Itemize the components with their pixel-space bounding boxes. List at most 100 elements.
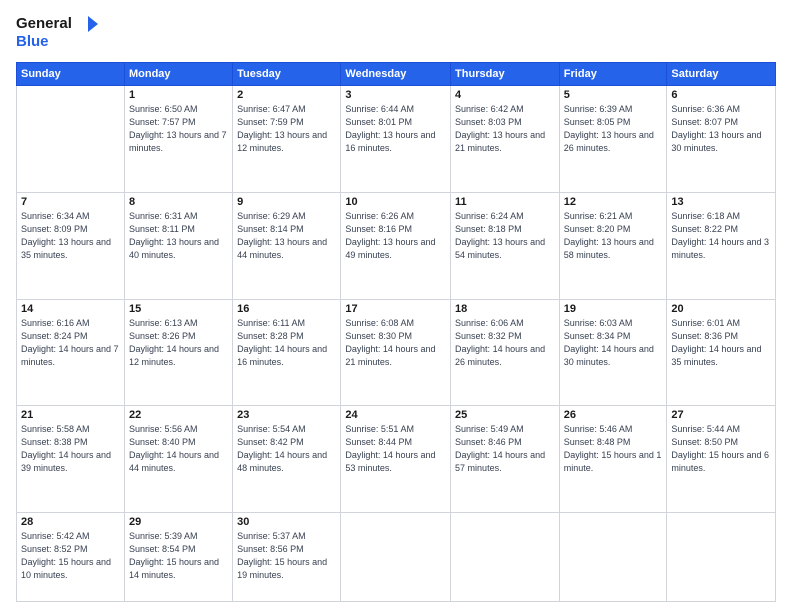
- day-info: Sunrise: 5:46 AMSunset: 8:48 PMDaylight:…: [564, 423, 663, 475]
- day-info: Sunrise: 6:06 AMSunset: 8:32 PMDaylight:…: [455, 317, 555, 369]
- day-number: 29: [129, 516, 228, 528]
- day-info: Sunrise: 6:26 AMSunset: 8:16 PMDaylight:…: [345, 210, 446, 262]
- calendar-cell: 1 Sunrise: 6:50 AMSunset: 7:57 PMDaylight…: [124, 86, 232, 193]
- calendar-cell: [17, 86, 125, 193]
- day-info: Sunrise: 6:16 AMSunset: 8:24 PMDaylight:…: [21, 317, 120, 369]
- day-number: 10: [345, 196, 446, 208]
- calendar-cell: 13 Sunrise: 6:18 AMSunset: 8:22 PMDayligh…: [667, 192, 776, 299]
- day-number: 14: [21, 303, 120, 315]
- day-info: Sunrise: 6:21 AMSunset: 8:20 PMDaylight:…: [564, 210, 663, 262]
- calendar-cell: 9 Sunrise: 6:29 AMSunset: 8:14 PMDaylight…: [233, 192, 341, 299]
- day-info: Sunrise: 6:31 AMSunset: 8:11 PMDaylight:…: [129, 210, 228, 262]
- day-number: 11: [455, 196, 555, 208]
- calendar-cell: 19 Sunrise: 6:03 AMSunset: 8:34 PMDayligh…: [559, 299, 667, 406]
- calendar-cell: 26 Sunrise: 5:46 AMSunset: 8:48 PMDayligh…: [559, 406, 667, 513]
- day-number: 27: [671, 409, 771, 421]
- header: General Blue: [16, 10, 776, 54]
- day-info: Sunrise: 6:24 AMSunset: 8:18 PMDaylight:…: [455, 210, 555, 262]
- day-number: 22: [129, 409, 228, 421]
- calendar-week-row: 14 Sunrise: 6:16 AMSunset: 8:24 PMDayligh…: [17, 299, 776, 406]
- day-number: 8: [129, 196, 228, 208]
- calendar-cell: 30 Sunrise: 5:37 AMSunset: 8:56 PMDayligh…: [233, 513, 341, 602]
- day-number: 25: [455, 409, 555, 421]
- day-number: 15: [129, 303, 228, 315]
- day-info: Sunrise: 6:13 AMSunset: 8:26 PMDaylight:…: [129, 317, 228, 369]
- calendar-table: SundayMondayTuesdayWednesdayThursdayFrid…: [16, 62, 776, 602]
- day-info: Sunrise: 5:37 AMSunset: 8:56 PMDaylight:…: [237, 530, 336, 582]
- calendar-cell: 3 Sunrise: 6:44 AMSunset: 8:01 PMDaylight…: [341, 86, 451, 193]
- calendar-cell: 21 Sunrise: 5:58 AMSunset: 8:38 PMDayligh…: [17, 406, 125, 513]
- weekday-header-thursday: Thursday: [451, 63, 560, 86]
- calendar-cell: 22 Sunrise: 5:56 AMSunset: 8:40 PMDayligh…: [124, 406, 232, 513]
- weekday-header-row: SundayMondayTuesdayWednesdayThursdayFrid…: [17, 63, 776, 86]
- day-number: 17: [345, 303, 446, 315]
- calendar-cell: [341, 513, 451, 602]
- calendar-page: General Blue SundayMondayTuesdayWednesda…: [0, 0, 792, 612]
- day-number: 9: [237, 196, 336, 208]
- calendar-cell: 16 Sunrise: 6:11 AMSunset: 8:28 PMDayligh…: [233, 299, 341, 406]
- calendar-cell: 14 Sunrise: 6:16 AMSunset: 8:24 PMDayligh…: [17, 299, 125, 406]
- day-info: Sunrise: 5:44 AMSunset: 8:50 PMDaylight:…: [671, 423, 771, 475]
- calendar-cell: 10 Sunrise: 6:26 AMSunset: 8:16 PMDayligh…: [341, 192, 451, 299]
- logo-svg: General Blue: [16, 10, 106, 54]
- day-number: 4: [455, 89, 555, 101]
- day-info: Sunrise: 6:44 AMSunset: 8:01 PMDaylight:…: [345, 103, 446, 155]
- day-info: Sunrise: 5:54 AMSunset: 8:42 PMDaylight:…: [237, 423, 336, 475]
- calendar-cell: 27 Sunrise: 5:44 AMSunset: 8:50 PMDayligh…: [667, 406, 776, 513]
- weekday-header-monday: Monday: [124, 63, 232, 86]
- calendar-week-row: 7 Sunrise: 6:34 AMSunset: 8:09 PMDaylight…: [17, 192, 776, 299]
- day-info: Sunrise: 5:51 AMSunset: 8:44 PMDaylight:…: [345, 423, 446, 475]
- calendar-cell: 8 Sunrise: 6:31 AMSunset: 8:11 PMDaylight…: [124, 192, 232, 299]
- svg-text:Blue: Blue: [16, 33, 49, 50]
- day-number: 18: [455, 303, 555, 315]
- day-info: Sunrise: 5:49 AMSunset: 8:46 PMDaylight:…: [455, 423, 555, 475]
- day-info: Sunrise: 6:11 AMSunset: 8:28 PMDaylight:…: [237, 317, 336, 369]
- day-number: 24: [345, 409, 446, 421]
- calendar-cell: 23Sunrise: 5:54 AMSunset: 8:42 PMDayligh…: [233, 406, 341, 513]
- weekday-header-friday: Friday: [559, 63, 667, 86]
- day-number: 1: [129, 89, 228, 101]
- day-number: 19: [564, 303, 663, 315]
- calendar-cell: 25 Sunrise: 5:49 AMSunset: 8:46 PMDayligh…: [451, 406, 560, 513]
- day-number: 7: [21, 196, 120, 208]
- day-number: 16: [237, 303, 336, 315]
- day-info: Sunrise: 6:34 AMSunset: 8:09 PMDaylight:…: [21, 210, 120, 262]
- day-number: 28: [21, 516, 120, 528]
- calendar-week-row: 21 Sunrise: 5:58 AMSunset: 8:38 PMDayligh…: [17, 406, 776, 513]
- calendar-cell: 4 Sunrise: 6:42 AMSunset: 8:03 PMDaylight…: [451, 86, 560, 193]
- day-number: 21: [21, 409, 120, 421]
- day-number: 13: [671, 196, 771, 208]
- calendar-cell: [559, 513, 667, 602]
- day-number: 6: [671, 89, 771, 101]
- day-info: Sunrise: 5:58 AMSunset: 8:38 PMDaylight:…: [21, 423, 120, 475]
- calendar-cell: 11 Sunrise: 6:24 AMSunset: 8:18 PMDayligh…: [451, 192, 560, 299]
- logo: General Blue: [16, 10, 106, 54]
- day-info: Sunrise: 5:39 AMSunset: 8:54 PMDaylight:…: [129, 530, 228, 582]
- day-number: 3: [345, 89, 446, 101]
- day-info: Sunrise: 6:50 AMSunset: 7:57 PMDaylight:…: [129, 103, 228, 155]
- svg-text:General: General: [16, 15, 72, 32]
- calendar-cell: 15 Sunrise: 6:13 AMSunset: 8:26 PMDayligh…: [124, 299, 232, 406]
- calendar-cell: 18 Sunrise: 6:06 AMSunset: 8:32 PMDayligh…: [451, 299, 560, 406]
- weekday-header-wednesday: Wednesday: [341, 63, 451, 86]
- calendar-cell: 24 Sunrise: 5:51 AMSunset: 8:44 PMDayligh…: [341, 406, 451, 513]
- day-info: Sunrise: 6:18 AMSunset: 8:22 PMDaylight:…: [671, 210, 771, 262]
- calendar-cell: 2Sunrise: 6:47 AMSunset: 7:59 PMDaylight…: [233, 86, 341, 193]
- day-number: 12: [564, 196, 663, 208]
- calendar-cell: 6Sunrise: 6:36 AMSunset: 8:07 PMDaylight…: [667, 86, 776, 193]
- day-info: Sunrise: 6:03 AMSunset: 8:34 PMDaylight:…: [564, 317, 663, 369]
- calendar-week-row: 28 Sunrise: 5:42 AMSunset: 8:52 PMDayligh…: [17, 513, 776, 602]
- day-number: 26: [564, 409, 663, 421]
- calendar-cell: 20Sunrise: 6:01 AMSunset: 8:36 PMDayligh…: [667, 299, 776, 406]
- day-info: Sunrise: 6:29 AMSunset: 8:14 PMDaylight:…: [237, 210, 336, 262]
- day-info: Sunrise: 5:42 AMSunset: 8:52 PMDaylight:…: [21, 530, 120, 582]
- calendar-cell: 17Sunrise: 6:08 AMSunset: 8:30 PMDayligh…: [341, 299, 451, 406]
- day-info: Sunrise: 5:56 AMSunset: 8:40 PMDaylight:…: [129, 423, 228, 475]
- day-info: Sunrise: 6:42 AMSunset: 8:03 PMDaylight:…: [455, 103, 555, 155]
- calendar-cell: [667, 513, 776, 602]
- day-number: 2: [237, 89, 336, 101]
- weekday-header-tuesday: Tuesday: [233, 63, 341, 86]
- day-number: 30: [237, 516, 336, 528]
- calendar-cell: 12 Sunrise: 6:21 AMSunset: 8:20 PMDayligh…: [559, 192, 667, 299]
- day-number: 5: [564, 89, 663, 101]
